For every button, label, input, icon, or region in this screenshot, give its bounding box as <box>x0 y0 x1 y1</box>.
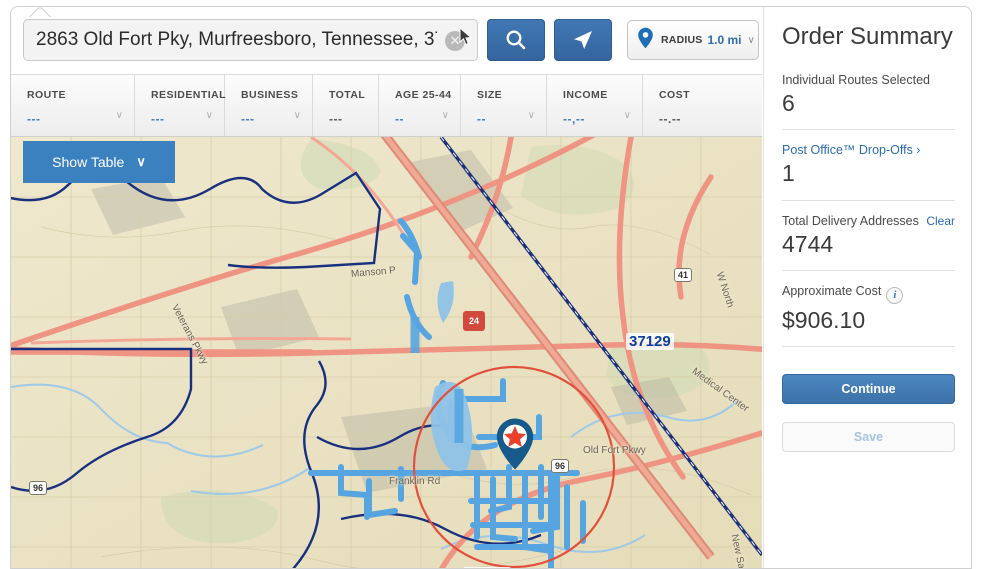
chevron-down-icon[interactable]: ∨ <box>624 110 631 121</box>
routes-selected-section: Individual Routes Selected 6 <box>782 73 955 129</box>
map-route-shield: 96 <box>29 481 48 495</box>
routes-selected-value: 6 <box>782 90 795 116</box>
chevron-down-icon[interactable]: ∨ <box>206 110 213 121</box>
chevron-down-icon: ∨ <box>747 34 755 46</box>
post-office-dropoffs-value: 1 <box>782 160 795 187</box>
main-card: ✕ <box>10 6 972 569</box>
filter-column-age-25-44[interactable]: AGE 25-44 -- ∨ <box>379 75 461 136</box>
map-route-shield: 24 <box>463 311 485 331</box>
filter-header: ROUTE <box>27 89 66 101</box>
map-route-shield: 41 <box>674 268 693 282</box>
clear-link[interactable]: Clear <box>926 214 955 228</box>
map-graphics <box>11 137 762 568</box>
routes-selected-label: Individual Routes Selected <box>782 73 931 87</box>
show-table-button[interactable]: Show Table ∨ <box>23 141 175 183</box>
filter-header: SIZE <box>477 89 503 101</box>
search-toolbar: ✕ <box>11 7 762 75</box>
filter-column-route[interactable]: ROUTE --- ∨ <box>11 75 135 136</box>
filter-header: COST <box>659 89 690 101</box>
app-root: ✕ <box>0 0 982 569</box>
filter-column-size[interactable]: SIZE -- ∨ <box>461 75 547 136</box>
info-icon[interactable]: i <box>886 286 904 304</box>
filter-value: --- <box>241 112 255 126</box>
map-column: ✕ <box>11 7 762 568</box>
chevron-down-icon: ∨ <box>136 154 146 169</box>
filter-header: RESIDENTIAL <box>151 89 226 101</box>
filter-value: --.-- <box>659 112 681 126</box>
total-delivery-addresses-section: Total Delivery Addresses Clear 4744 <box>782 199 955 270</box>
map-canvas[interactable]: Show Table ∨ 371293712837153Manson PVete… <box>11 137 762 568</box>
chevron-down-icon[interactable]: ∨ <box>116 110 123 121</box>
map-route-shield: 96 <box>551 459 570 473</box>
filter-header: INCOME <box>563 89 608 101</box>
continue-button[interactable]: Continue <box>782 374 955 405</box>
clear-icon[interactable]: ✕ <box>445 31 465 51</box>
stats-filter-bar: ROUTE --- ∨ RESIDENTIAL --- ∨ BUSINESS --- ∨ TOTA… <box>11 75 762 137</box>
map-pin-icon <box>637 27 654 54</box>
post-office-dropoffs-link[interactable]: Post Office™ Drop-Offs › <box>782 143 955 157</box>
total-delivery-addresses-value: 4744 <box>782 230 834 257</box>
panel-actions: Continue Save <box>782 346 955 465</box>
filter-header: BUSINESS <box>241 89 299 101</box>
filter-column-business[interactable]: BUSINESS --- ∨ <box>225 75 313 136</box>
filter-value: -- <box>395 112 404 126</box>
page-title: Order Summary <box>782 23 953 50</box>
filter-column-total: TOTAL --- <box>313 75 379 136</box>
approximate-cost-text: Approximate Cost <box>782 284 882 299</box>
chevron-down-icon[interactable]: ∨ <box>528 110 535 121</box>
approximate-cost-value: $906.10 <box>782 306 866 333</box>
show-table-label: Show Table <box>52 154 125 170</box>
filter-value: --- <box>151 112 165 126</box>
post-office-dropoffs-section: Post Office™ Drop-Offs › 1 <box>782 129 955 199</box>
approximate-cost-section: Approximate Cost i $906.10 <box>782 270 955 346</box>
filter-value: --- <box>329 112 343 126</box>
filter-header: AGE 25-44 <box>395 89 452 101</box>
address-search-field[interactable]: ✕ <box>23 19 478 61</box>
filter-column-income[interactable]: INCOME --,-- ∨ <box>547 75 643 136</box>
chevron-down-icon[interactable]: ∨ <box>442 110 449 121</box>
chevron-down-icon[interactable]: ∨ <box>294 110 301 121</box>
filter-value: -- <box>477 112 486 126</box>
filter-column-residential[interactable]: RESIDENTIAL --- ∨ <box>135 75 226 136</box>
filter-column-cost: COST --.-- <box>643 75 762 136</box>
search-icon <box>506 30 526 50</box>
filter-header: TOTAL <box>329 89 366 101</box>
order-summary-panel: Order Summary Individual Routes Selected… <box>763 7 971 568</box>
radius-selector[interactable]: RADIUS 1.0 mi ∨ <box>627 20 759 60</box>
locate-me-button[interactable] <box>554 19 612 61</box>
search-button[interactable] <box>487 19 545 61</box>
radius-value: 1.0 mi <box>707 33 742 47</box>
radius-label: RADIUS <box>661 34 703 46</box>
card-notch-pointer <box>27 7 53 18</box>
search-input[interactable] <box>24 20 477 60</box>
approximate-cost-label: Approximate Cost i <box>782 284 955 304</box>
save-button: Save <box>782 422 955 453</box>
locate-arrow-icon <box>574 31 592 49</box>
